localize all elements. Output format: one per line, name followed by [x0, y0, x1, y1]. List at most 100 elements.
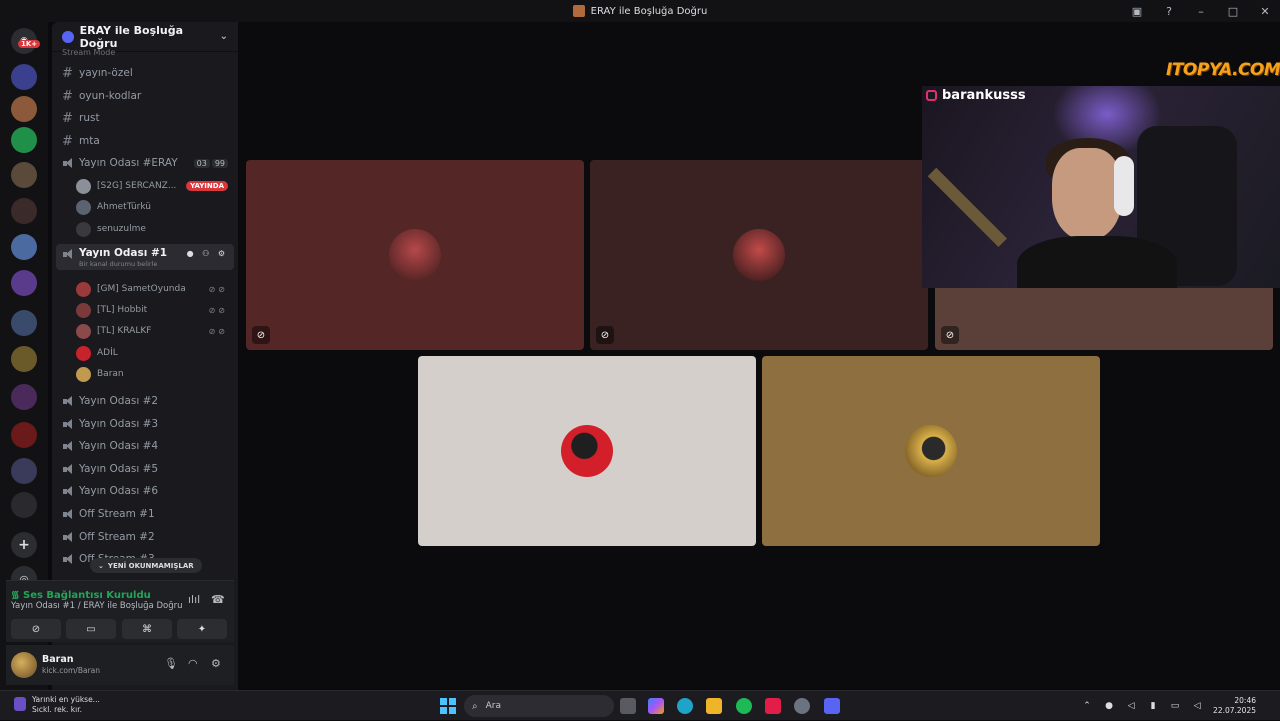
chrome-icon[interactable]	[794, 698, 810, 714]
channel-yayin-ozel[interactable]: # yayın-özel	[56, 63, 234, 83]
voice-user[interactable]: ADİL	[76, 343, 234, 363]
server-folder-5[interactable]	[11, 310, 37, 336]
voice-status[interactable]: ᯾ Ses Bağlantısı Kuruldu	[11, 587, 151, 601]
participant-tile[interactable]: ⊘	[246, 160, 584, 350]
home-badge: 1K+	[18, 40, 41, 48]
help-icon[interactable]: ?	[1162, 5, 1176, 18]
chevron-down-icon[interactable]: ⌄	[220, 31, 228, 42]
screen-share-button[interactable]: ▭	[66, 619, 116, 639]
network-icon[interactable]: ▭	[1169, 701, 1181, 711]
voice-user[interactable]: [S2G] SERCANZ... YAYINDA	[76, 176, 234, 196]
speaker-icon[interactable]: ◁	[1125, 701, 1137, 711]
minimize-button[interactable]: –	[1194, 5, 1208, 18]
voice-user[interactable]: [GM] SametOyunda ⊘⊘	[76, 279, 234, 299]
server-folder-4[interactable]	[11, 270, 37, 296]
server-folder-3[interactable]	[11, 234, 37, 260]
mic-icon[interactable]: ▮	[1147, 701, 1159, 711]
spotify-icon[interactable]	[736, 698, 752, 714]
activity-button[interactable]: ⌘	[122, 619, 172, 639]
speaker-icon	[62, 508, 76, 520]
voice-channel[interactable]: Yayın Odası #2	[56, 391, 234, 411]
deafened-icon: ⊘⊘	[208, 284, 228, 294]
channel-actions[interactable]: ● ⚇ ⚙	[187, 249, 228, 258]
voice-channel[interactable]: Yayın Odası #5	[56, 459, 234, 479]
channel-oyun-kodlar[interactable]: # oyun-kodlar	[56, 86, 234, 106]
avatar[interactable]	[11, 652, 37, 678]
server-folder-8[interactable]	[11, 422, 37, 448]
speaker-icon	[62, 418, 76, 430]
headphones-icon[interactable]: ◠	[188, 657, 198, 670]
voice-user[interactable]: AhmetTürkü	[76, 197, 234, 217]
weather-widget[interactable]: Yarınki en yükse... Sıckl. rek. kır.	[14, 695, 100, 715]
voice-user[interactable]: [TL] KRALKF ⊘⊘	[76, 321, 234, 341]
deafened-icon: ⊘⊘	[208, 305, 228, 315]
chevron-up-icon[interactable]: ⌃	[1081, 701, 1093, 711]
weather-icon	[14, 697, 26, 711]
server-folder-1[interactable]	[11, 162, 37, 188]
channel-mta[interactable]: # mta	[56, 131, 234, 151]
avatar	[76, 366, 91, 382]
tray-app-icon[interactable]: ●	[1103, 701, 1115, 711]
webcam-overlay	[922, 86, 1280, 288]
channel-status[interactable]: Bir kanal durumu belirle	[79, 260, 167, 268]
server-folder-7[interactable]	[11, 384, 37, 410]
inbox-icon[interactable]: ▣	[1130, 5, 1144, 18]
avatar	[76, 199, 91, 215]
copilot-icon[interactable]	[648, 698, 664, 714]
voice-user[interactable]: Baran	[76, 364, 234, 384]
voice-channel[interactable]: Off Stream #1	[56, 504, 234, 524]
server-icon-10[interactable]	[11, 492, 37, 518]
server-icon-1[interactable]	[11, 64, 37, 90]
hash-icon: #	[62, 88, 73, 104]
volume-icon[interactable]: ◁	[1191, 701, 1203, 711]
channel-rust[interactable]: # rust	[56, 108, 234, 128]
server-icon-active[interactable]	[11, 96, 37, 122]
settings-gear-icon[interactable]: ⚙	[211, 657, 221, 670]
camera-off-button[interactable]: ⊘	[11, 619, 61, 639]
maximize-button[interactable]: □	[1226, 5, 1240, 18]
close-button[interactable]: ✕	[1258, 5, 1272, 18]
taskbar-search[interactable]: ⌕ Ara	[464, 695, 614, 717]
avatar	[561, 425, 613, 477]
microphone-icon[interactable]: 🎙	[164, 657, 178, 670]
hash-icon: #	[62, 65, 73, 81]
server-icon-3[interactable]	[11, 127, 37, 153]
instagram-handle: barankusss	[926, 88, 1026, 103]
voice-channel[interactable]: Yayın Odası #4	[56, 436, 234, 456]
voice-channel-active[interactable]: Yayın Odası #1 Bir kanal durumu belirle …	[56, 244, 234, 270]
speaker-icon	[62, 249, 76, 260]
user-status: kick.com/Baran	[42, 666, 100, 675]
noise-suppression-icon[interactable]: ılıl	[188, 593, 200, 606]
add-server-icon[interactable]: +	[11, 532, 37, 558]
voice-channel[interactable]: Yayın Odası #3	[56, 414, 234, 434]
task-view-icon[interactable]	[620, 698, 636, 714]
start-button[interactable]	[440, 698, 456, 714]
app-icon[interactable]	[765, 698, 781, 714]
speaker-icon	[62, 553, 76, 565]
voice-channel-path[interactable]: Yayın Odası #1 / ERAY ile Boşluğa Doğru	[11, 601, 182, 611]
discord-icon[interactable]	[824, 698, 840, 714]
search-icon: ⌕	[472, 700, 478, 712]
server-folder-2[interactable]	[11, 198, 37, 224]
voice-channel[interactable]: Yayın Odası #6	[56, 481, 234, 501]
participant-tile[interactable]: ⊘	[590, 160, 928, 350]
participant-tile[interactable]	[418, 356, 756, 546]
voice-user[interactable]: senuzulme	[76, 219, 234, 239]
hash-icon: #	[62, 110, 73, 126]
server-folder-6[interactable]	[11, 346, 37, 372]
voice-user[interactable]: [TL] Hobbit ⊘⊘	[76, 300, 234, 320]
section-label: Stream Mode	[62, 48, 116, 57]
clock[interactable]: 20:46 22.07.2025	[1213, 696, 1256, 716]
disconnect-icon[interactable]: ☎	[211, 593, 225, 606]
voice-channel-eray[interactable]: Yayın Odası #ERAY 03 99	[56, 153, 234, 173]
server-folder-9[interactable]	[11, 458, 37, 484]
participant-tile[interactable]	[762, 356, 1100, 546]
speaker-icon	[62, 440, 76, 452]
soundboard-button[interactable]: ✦	[177, 619, 227, 639]
watermark-logo: ITOPYA.COM	[1166, 60, 1280, 80]
voice-channel[interactable]: Off Stream #2	[56, 527, 234, 547]
file-explorer-icon[interactable]	[706, 698, 722, 714]
new-unread-pill[interactable]: ⌄ YENİ OKUNMAMIŞLAR	[90, 558, 202, 573]
titlebar-controls: ▣ ? – □ ✕	[1130, 0, 1272, 22]
edge-icon[interactable]	[677, 698, 693, 714]
